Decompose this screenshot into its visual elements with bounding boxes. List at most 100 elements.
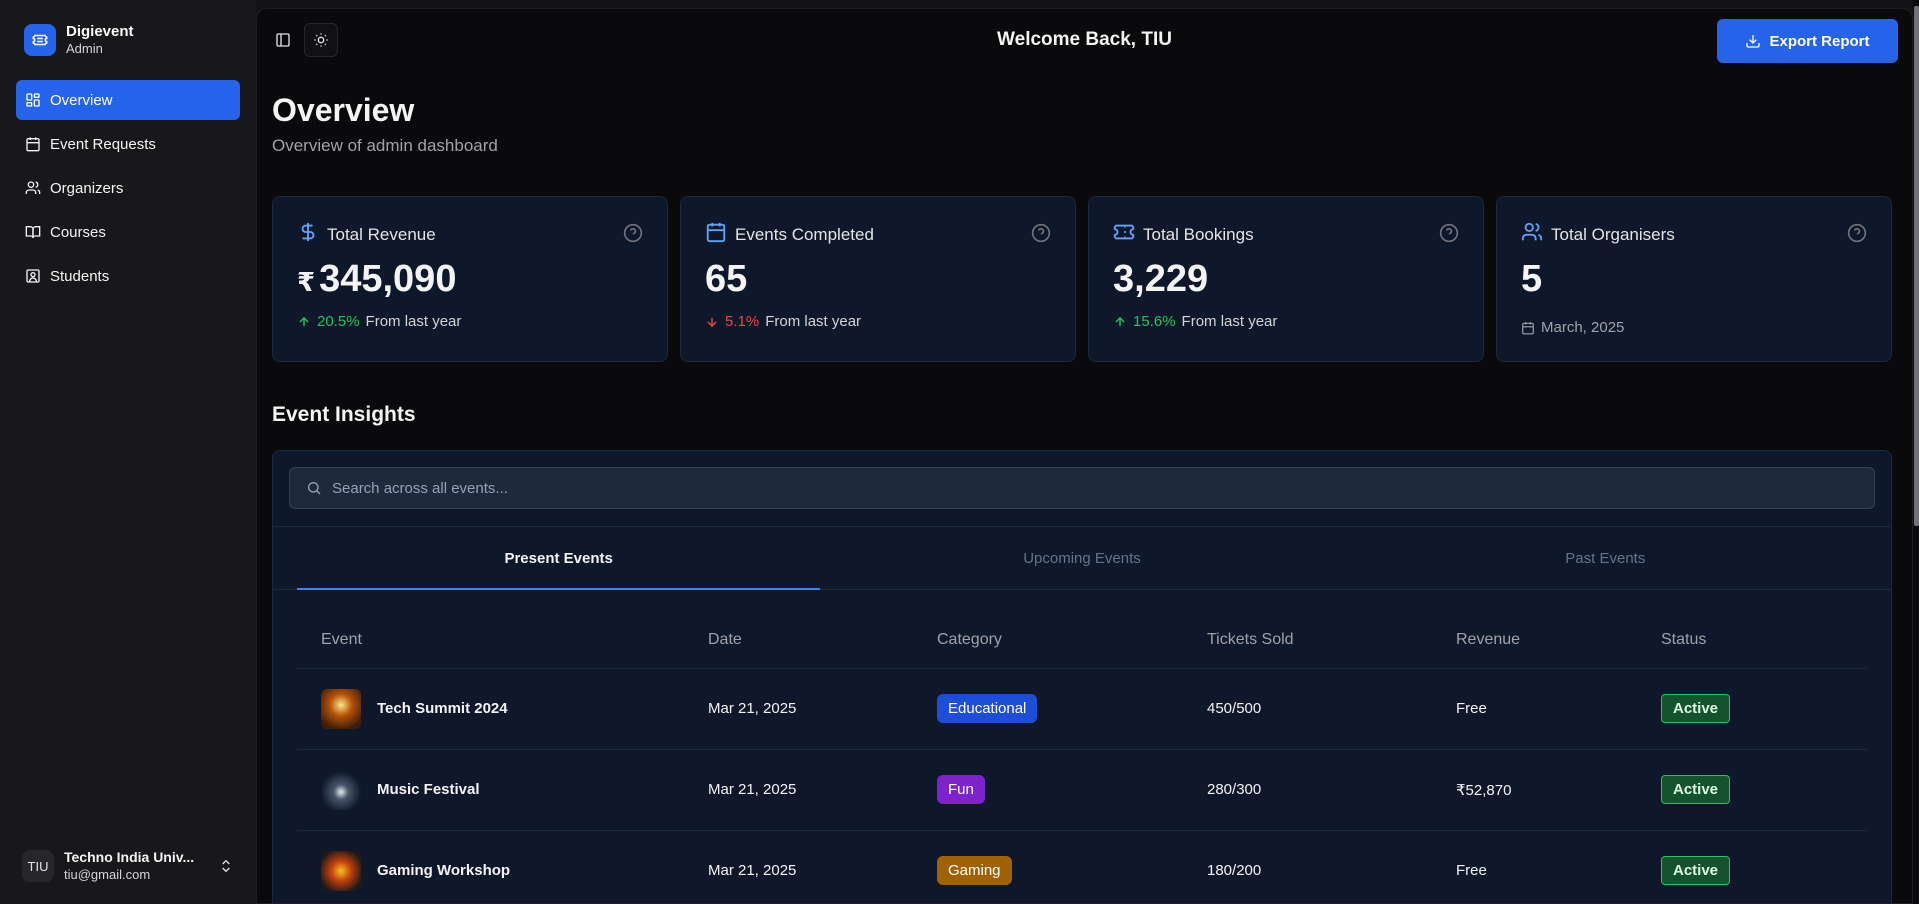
status-badge: Active	[1661, 694, 1731, 723]
sidebar-item-organizers[interactable]: Organizers	[16, 168, 240, 208]
page-title: Overview	[272, 92, 415, 128]
stat-cards: Total Revenue ₹ 345,090 20.5% From last …	[272, 196, 1892, 362]
change-note: From last year	[1181, 313, 1278, 330]
welcome-heading: Welcome Back, TIU	[997, 29, 1172, 50]
user-name: Techno India Univ...	[64, 849, 195, 866]
revenue: Free	[1456, 668, 1661, 750]
revenue: Free	[1456, 830, 1661, 903]
event-date: Mar 21, 2025	[708, 668, 937, 750]
table-row[interactable]: Music Festival Mar 21, 2025 Fun 280/300 …	[297, 749, 1867, 831]
ticket-icon	[1113, 221, 1135, 248]
sidebar-nav: Overview Event Requests Organizers Cours…	[16, 80, 240, 296]
stat-card-total-revenue: Total Revenue ₹ 345,090 20.5% From last …	[272, 196, 668, 362]
card-title: Total Bookings	[1143, 224, 1254, 244]
event-name: Tech Summit 2024	[377, 700, 508, 717]
avatar: TIU	[22, 850, 54, 882]
brand-role: Admin	[66, 41, 103, 57]
stat-card-total-bookings: Total Bookings 3,229 15.6% From last yea…	[1088, 196, 1484, 362]
status-badge: Active	[1661, 856, 1731, 885]
card-value: 3,229	[1113, 258, 1209, 300]
card-title: Total Organisers	[1551, 224, 1675, 244]
help-circle-icon[interactable]	[1031, 223, 1051, 243]
change-note: From last year	[365, 313, 462, 330]
column-header-date[interactable]: Date	[708, 612, 937, 669]
help-circle-icon[interactable]	[1847, 223, 1867, 243]
column-header-tickets-sold[interactable]: Tickets Sold	[1207, 612, 1456, 669]
sidebar-item-label: Organizers	[50, 179, 124, 197]
app-root: Digievent Admin Overview Event Requests	[0, 0, 1919, 904]
card-title: Total Revenue	[327, 224, 436, 244]
event-thumbnail	[321, 850, 361, 891]
user-menu[interactable]: TIU Techno India Univ... tiu@gmail.com	[16, 842, 240, 890]
event-insights-panel: Search across all events... Present Even…	[272, 450, 1892, 903]
contact-icon	[25, 268, 41, 284]
card-value: 345,090	[319, 258, 457, 300]
book-icon	[25, 224, 41, 240]
currency-symbol: ₹	[297, 267, 316, 297]
event-name: Music Festival	[377, 781, 480, 798]
sidebar-item-label: Event Requests	[50, 135, 156, 153]
event-insights-title: Event Insights	[272, 403, 416, 426]
column-header-status[interactable]: Status	[1661, 612, 1867, 669]
page-subtitle: Overview of admin dashboard	[272, 136, 498, 156]
chevrons-up-down-icon	[222, 859, 230, 873]
users-icon	[1521, 221, 1543, 248]
status-badge: Active	[1661, 775, 1731, 804]
search-icon	[308, 482, 321, 495]
revenue: ₹52,870	[1456, 749, 1661, 831]
category-badge: Fun	[937, 775, 985, 804]
tickets-sold: 450/500	[1207, 668, 1456, 750]
table-row[interactable]: Tech Summit 2024 Mar 21, 2025 Educationa…	[297, 668, 1867, 750]
event-date: Mar 21, 2025	[708, 749, 937, 831]
change-percent: 15.6%	[1133, 313, 1176, 330]
table-row[interactable]: Gaming Workshop Mar 21, 2025 Gaming 180/…	[297, 830, 1867, 903]
stat-card-events-completed: Events Completed 65 5.1% From last year	[680, 196, 1076, 362]
category-badge: Gaming	[937, 856, 1012, 885]
calendar-icon	[25, 136, 41, 152]
event-thumbnail	[321, 769, 361, 810]
tickets-sold: 280/300	[1207, 749, 1456, 831]
help-circle-icon[interactable]	[623, 223, 643, 243]
event-date: Mar 21, 2025	[708, 830, 937, 903]
search-input[interactable]: Search across all events...	[289, 467, 1875, 509]
arrow-up-icon	[299, 316, 309, 326]
calendar-icon	[705, 221, 727, 248]
brand[interactable]: Digievent Admin	[16, 14, 240, 66]
export-report-label: Export Report	[1769, 32, 1870, 50]
column-header-category[interactable]: Category	[937, 612, 1207, 669]
brand-name: Digievent	[66, 23, 134, 41]
tab-upcoming-events[interactable]: Upcoming Events	[820, 527, 1343, 589]
table-header-row: Event Date Category Tickets Sold Revenue…	[297, 612, 1867, 669]
grid-icon	[25, 92, 41, 108]
sidebar: Digievent Admin Overview Event Requests	[0, 0, 256, 904]
sidebar-item-courses[interactable]: Courses	[16, 212, 240, 252]
scrollbar-thumb[interactable]	[1914, 6, 1919, 526]
sidebar-item-students[interactable]: Students	[16, 256, 240, 296]
card-value: 65	[705, 258, 748, 300]
column-header-event[interactable]: Event	[297, 612, 708, 669]
help-circle-icon[interactable]	[1439, 223, 1459, 243]
stat-card-total-organisers: Total Organisers 5 March, 2025	[1496, 196, 1892, 362]
sidebar-item-overview[interactable]: Overview	[16, 80, 240, 120]
export-report-button[interactable]: Export Report	[1717, 19, 1898, 63]
sidebar-item-label: Students	[50, 267, 110, 285]
event-name: Gaming Workshop	[377, 862, 511, 879]
change-percent: 5.1%	[725, 313, 760, 330]
column-header-revenue[interactable]: Revenue	[1456, 612, 1661, 669]
users-icon	[25, 180, 41, 196]
tab-present-events[interactable]: Present Events	[297, 527, 821, 590]
user-email: tiu@gmail.com	[64, 866, 151, 882]
card-value: 5	[1521, 258, 1543, 300]
main-content: Welcome Back, TIU Export Report Overview…	[256, 8, 1913, 904]
event-thumbnail	[321, 688, 361, 729]
tab-past-events[interactable]: Past Events	[1344, 527, 1867, 589]
search-placeholder: Search across all events...	[332, 479, 508, 497]
tickets-sold: 180/200	[1207, 830, 1456, 903]
arrow-up-icon	[1115, 316, 1125, 326]
page-scrollbar[interactable]	[1913, 0, 1919, 904]
download-icon	[1746, 35, 1761, 48]
sidebar-item-event-requests[interactable]: Event Requests	[16, 124, 240, 164]
card-title: Events Completed	[735, 224, 874, 244]
sidebar-item-label: Overview	[50, 91, 113, 109]
sidebar-item-label: Courses	[50, 223, 106, 241]
